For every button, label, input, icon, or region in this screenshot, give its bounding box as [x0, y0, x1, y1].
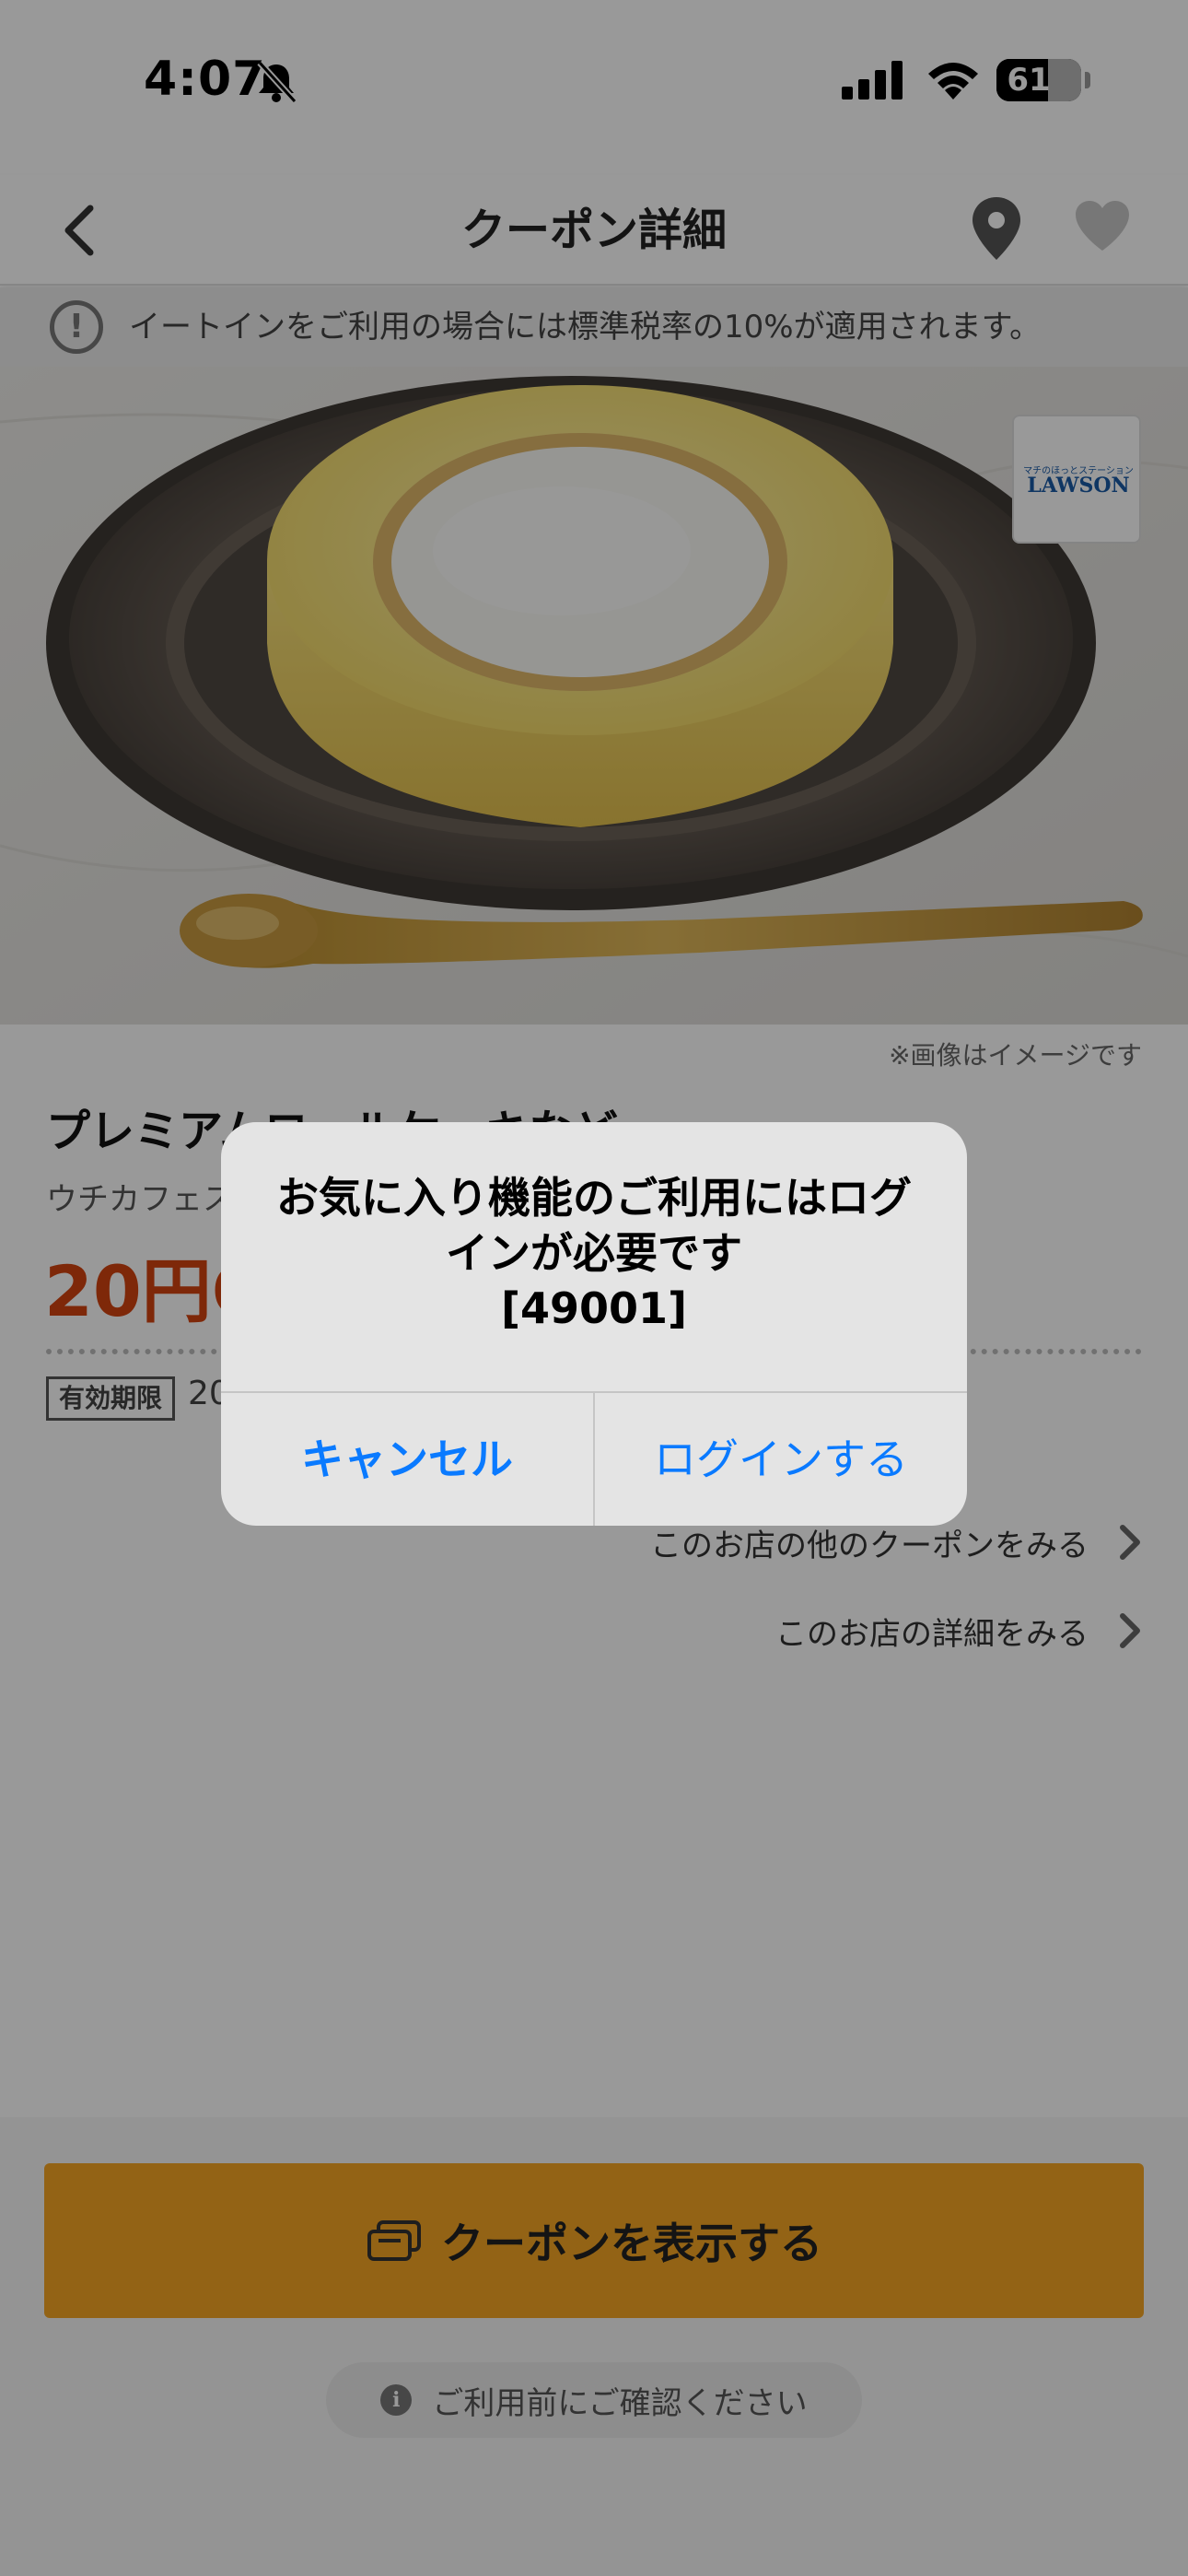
alert-login-button[interactable]: ログインする	[595, 1393, 967, 1526]
login-required-alert: お気に入り機能のご利用にはログインが必要です [49001] キャンセル ログイ…	[221, 1122, 967, 1526]
alert-message: お気に入り機能のご利用にはログインが必要です [49001]	[258, 1170, 930, 1336]
alert-error-code: [49001]	[500, 1283, 688, 1333]
alert-cancel-button[interactable]: キャンセル	[221, 1393, 593, 1526]
alert-message-text: お気に入り機能のご利用にはログインが必要です	[276, 1173, 912, 1278]
coupon-detail-screen: 4:07 61 クーポン詳細 ! イートインをご利用の場合には標準税率の10%が…	[0, 0, 1188, 2576]
